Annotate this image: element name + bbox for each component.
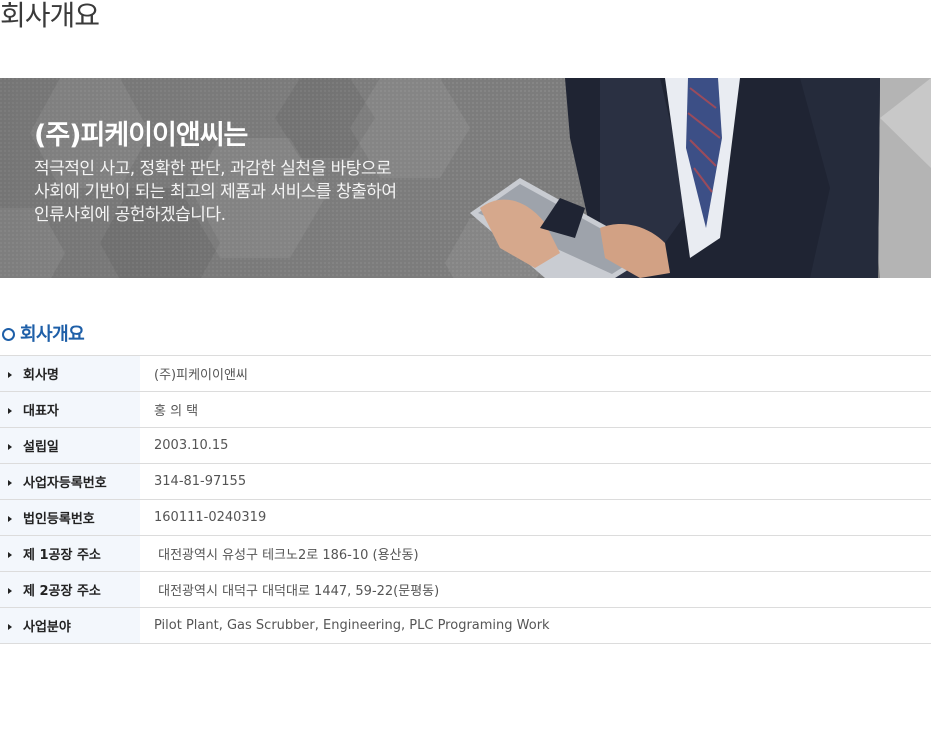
arrow-right-icon [8,587,12,594]
row-value: 대전광역시 유성구 테크노2로 186-10 (용산동) [154,548,419,563]
row-value: 홍 의 택 [154,404,199,419]
row-value: 314-81-97155 [154,474,247,489]
table-row: 사업분야 Pilot Plant, Gas Scrubber, Engineer… [0,607,931,644]
row-label-cell: 사업분야 [0,607,140,644]
row-label-cell: 사업자등록번호 [0,463,140,500]
arrow-right-icon [8,443,12,450]
table-row: 사업자등록번호 314-81-97155 [0,463,931,500]
arrow-right-icon [8,479,12,486]
page-title: 회사개요 [0,0,100,32]
row-value: (주)피케이이앤씨 [154,368,248,383]
row-label: 설립일 [23,440,59,455]
banner-line: 사회에 기반이 되는 최고의 제품과 서비스를 창출하여 [34,182,397,202]
section-title-text: 회사개요 [20,324,85,345]
row-label-cell: 회사명 [0,355,140,392]
section-title: 회사개요 [2,320,85,346]
row-label-cell: 제 1공장 주소 [0,535,140,572]
row-label-cell: 대표자 [0,391,140,428]
ring-icon [2,327,15,341]
table-row: 법인등록번호 160111-0240319 [0,499,931,536]
row-label: 제 2공장 주소 [23,584,101,599]
arrow-right-icon [8,515,12,522]
table-row: 대표자 홍 의 택 [0,391,931,428]
banner: (주)피케이이앤씨는 적극적인 사고, 정확한 판단, 과감한 실천을 바탕으로… [0,78,931,278]
row-label: 제 1공장 주소 [23,548,101,563]
table-row: 제 2공장 주소 대전광역시 대덕구 대덕대로 1447, 59-22(문평동) [0,571,931,608]
row-label: 사업분야 [23,620,71,635]
row-label: 회사명 [23,368,59,383]
arrow-right-icon [8,371,12,378]
row-label: 대표자 [23,404,59,419]
banner-heading: (주)피케이이앤씨는 [34,120,248,151]
row-label-cell: 설립일 [0,427,140,464]
table-row: 회사명 (주)피케이이앤씨 [0,355,931,392]
table-row: 설립일 2003.10.15 [0,427,931,464]
table-row: 제 1공장 주소 대전광역시 유성구 테크노2로 186-10 (용산동) [0,535,931,572]
arrow-right-icon [8,623,12,630]
row-label: 사업자등록번호 [23,476,107,491]
banner-text: (주)피케이이앤씨는 적극적인 사고, 정확한 판단, 과감한 실천을 바탕으로… [34,118,397,227]
row-label-cell: 법인등록번호 [0,499,140,536]
company-info-table: 회사명 (주)피케이이앤씨 대표자 홍 의 택 설립일 2003.10.15 사… [0,355,931,644]
row-value: 대전광역시 대덕구 대덕대로 1447, 59-22(문평동) [154,584,440,599]
arrow-right-icon [8,551,12,558]
row-value: Pilot Plant, Gas Scrubber, Engineering, … [154,618,550,633]
row-value: 2003.10.15 [154,438,229,453]
arrow-right-icon [8,407,12,414]
banner-line: 인류사회에 공헌하겠습니다. [34,205,226,225]
row-value: 160111-0240319 [154,510,267,525]
row-label-cell: 제 2공장 주소 [0,571,140,608]
banner-line: 적극적인 사고, 정확한 판단, 과감한 실천을 바탕으로 [34,159,392,179]
row-label: 법인등록번호 [23,512,95,527]
